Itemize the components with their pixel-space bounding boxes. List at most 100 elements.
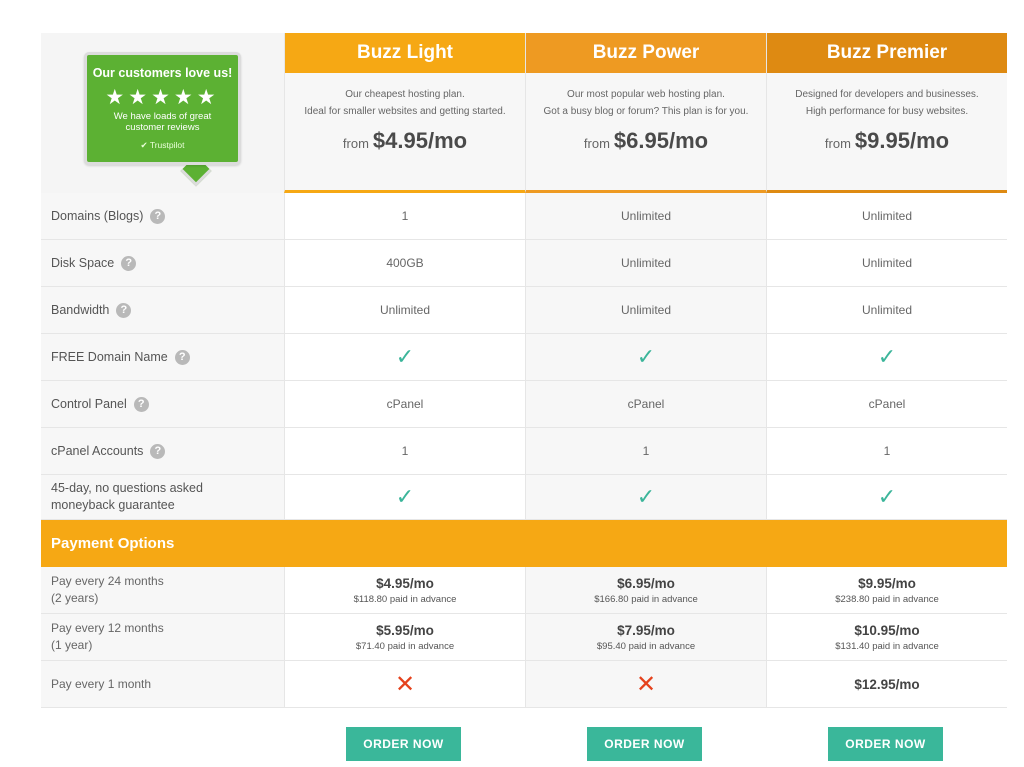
feature-value: Unlimited — [525, 240, 766, 286]
payment-advance: $238.80 paid in advance — [835, 593, 939, 605]
payment-advance: $166.80 paid in advance — [594, 593, 698, 605]
check-icon-cell: ✓ — [766, 475, 1007, 519]
payment-price: $7.95/mo — [617, 622, 675, 638]
plan-price-power: from $6.95/mo — [584, 128, 708, 154]
payment-value: $5.95/mo $71.40 paid in advance — [284, 614, 525, 660]
cross-icon-cell: ✕ — [284, 661, 525, 707]
feature-label: Control Panel? — [41, 381, 284, 427]
help-icon[interactable]: ? — [116, 302, 132, 318]
payment-value: $7.95/mo $95.40 paid in advance — [525, 614, 766, 660]
plan-price-premier: from $9.95/mo — [825, 128, 949, 154]
trustpilot-icon: ✔ — [140, 140, 150, 150]
payment-value: $6.95/mo $166.80 paid in advance — [525, 567, 766, 613]
feature-label-text: FREE Domain Name — [51, 349, 168, 364]
check-icon: ✓ — [395, 344, 415, 370]
check-icon-cell: ✓ — [525, 475, 766, 519]
plan-header-row: Our customers love us! ★★★★★ We have loa… — [41, 33, 1007, 193]
payment-price: $6.95/mo — [617, 575, 675, 591]
payment-label-line2: (1 year) — [51, 638, 93, 652]
trustpilot-logo: ✔ Trustpilot — [141, 137, 185, 154]
help-icon[interactable]: ? — [174, 349, 190, 365]
payment-price: $12.95/mo — [854, 676, 920, 692]
plan-price-light: from $4.95/mo — [343, 128, 467, 154]
help-icon[interactable]: ? — [150, 208, 166, 224]
plan-desc-line1: Designed for developers and businesses. — [795, 89, 979, 100]
check-icon-cell: ✓ — [284, 334, 525, 380]
feature-value: 1 — [284, 428, 525, 474]
check-icon: ✓ — [636, 484, 656, 510]
trustpilot-badge[interactable]: Our customers love us! ★★★★★ We have loa… — [84, 52, 241, 187]
payment-label-line1: Pay every 24 months — [51, 574, 164, 588]
check-icon: ✓ — [395, 484, 415, 510]
plan-head-premier: Buzz Premier Designed for developers and… — [766, 33, 1007, 193]
order-now-button-light[interactable]: ORDER NOW — [346, 727, 461, 761]
order-now-button-premier[interactable]: ORDER NOW — [828, 727, 943, 761]
help-icon[interactable]: ? — [121, 255, 137, 271]
feature-label: Domains (Blogs)? — [41, 193, 284, 239]
payment-row-12-months: Pay every 12 months (1 year) $5.95/mo $7… — [41, 614, 1007, 661]
plan-desc-line1: Our most popular web hosting plan. — [567, 89, 725, 100]
trustpilot-brand: Trustpilot — [149, 140, 185, 150]
feature-value: cPanel — [525, 381, 766, 427]
badge-body: Our customers love us! ★★★★★ We have loa… — [84, 52, 241, 165]
payment-options-header: Payment Options — [41, 520, 1007, 567]
payment-label-line2: (2 years) — [51, 591, 99, 605]
feature-value: Unlimited — [766, 240, 1007, 286]
feature-row-control-panel: Control Panel? cPanel cPanel cPanel — [41, 381, 1007, 428]
payment-price: $10.95/mo — [854, 622, 920, 638]
price-value: $9.95/mo — [854, 128, 950, 153]
check-icon-cell: ✓ — [525, 334, 766, 380]
plan-desc-line2: Got a busy blog or forum? This plan is f… — [543, 106, 749, 117]
feature-value: 400GB — [284, 240, 525, 286]
plan-name-premier: Buzz Premier — [767, 33, 1007, 73]
payment-row-24-months: Pay every 24 months (2 years) $4.95/mo $… — [41, 567, 1007, 614]
payment-advance: $118.80 paid in advance — [353, 593, 457, 605]
payment-value: $9.95/mo $238.80 paid in advance — [766, 567, 1007, 613]
feature-label: FREE Domain Name? — [41, 334, 284, 380]
star-rating-icon: ★★★★★ — [105, 85, 220, 109]
payment-advance: $131.40 paid in advance — [835, 640, 939, 652]
check-icon-cell: ✓ — [284, 475, 525, 519]
feature-label-text: Bandwidth — [51, 302, 110, 317]
cross-icon: ✕ — [394, 670, 416, 698]
payment-label: Pay every 12 months (1 year) — [41, 614, 284, 660]
plan-name-power: Buzz Power — [526, 33, 766, 73]
plan-head-light: Buzz Light Our cheapest hosting plan. Id… — [284, 33, 525, 193]
order-buttons: ORDER NOW ORDER NOW ORDER NOW — [0, 727, 1024, 763]
feature-label: cPanel Accounts? — [41, 428, 284, 474]
feature-label: Disk Space? — [41, 240, 284, 286]
feature-label-text: Domains (Blogs) — [51, 208, 144, 223]
feature-row-cpanel-accounts: cPanel Accounts? 1 1 1 — [41, 428, 1007, 475]
price-from: from — [342, 136, 369, 151]
feature-value: Unlimited — [525, 193, 766, 239]
plan-desc-line1: Our cheapest hosting plan. — [345, 89, 465, 100]
feature-value: 1 — [284, 193, 525, 239]
feature-value: cPanel — [284, 381, 525, 427]
feature-value: Unlimited — [766, 287, 1007, 333]
badge-text: We have loads of great customer reviews — [113, 111, 212, 133]
payment-label: Pay every 1 month — [41, 661, 284, 707]
payment-value: $10.95/mo $131.40 paid in advance — [766, 614, 1007, 660]
payment-advance: $95.40 paid in advance — [596, 640, 696, 652]
payment-label-line1: Pay every 12 months — [51, 621, 164, 635]
price-value: $6.95/mo — [613, 128, 709, 153]
plan-name-light: Buzz Light — [285, 33, 525, 73]
badge-cell: Our customers love us! ★★★★★ We have loa… — [41, 33, 284, 193]
feature-label-text: 45-day, no questions asked moneyback gua… — [51, 481, 203, 512]
plan-desc-power: Our most popular web hosting plan. Got a… — [544, 86, 749, 120]
payment-label: Pay every 24 months (2 years) — [41, 567, 284, 613]
feature-label: Bandwidth? — [41, 287, 284, 333]
help-icon[interactable]: ? — [150, 443, 166, 459]
feature-value: Unlimited — [766, 193, 1007, 239]
payment-price: $4.95/mo — [376, 575, 434, 591]
help-icon[interactable]: ? — [133, 396, 149, 412]
feature-value: 1 — [766, 428, 1007, 474]
badge-title: Our customers love us! — [92, 66, 233, 80]
order-now-button-power[interactable]: ORDER NOW — [587, 727, 702, 761]
check-icon: ✓ — [636, 344, 656, 370]
plan-desc-premier: Designed for developers and businesses. … — [795, 86, 978, 120]
payment-label-line1: Pay every 1 month — [51, 676, 152, 691]
feature-label: 45-day, no questions asked moneyback gua… — [41, 475, 284, 519]
feature-value: Unlimited — [284, 287, 525, 333]
check-icon-cell: ✓ — [766, 334, 1007, 380]
